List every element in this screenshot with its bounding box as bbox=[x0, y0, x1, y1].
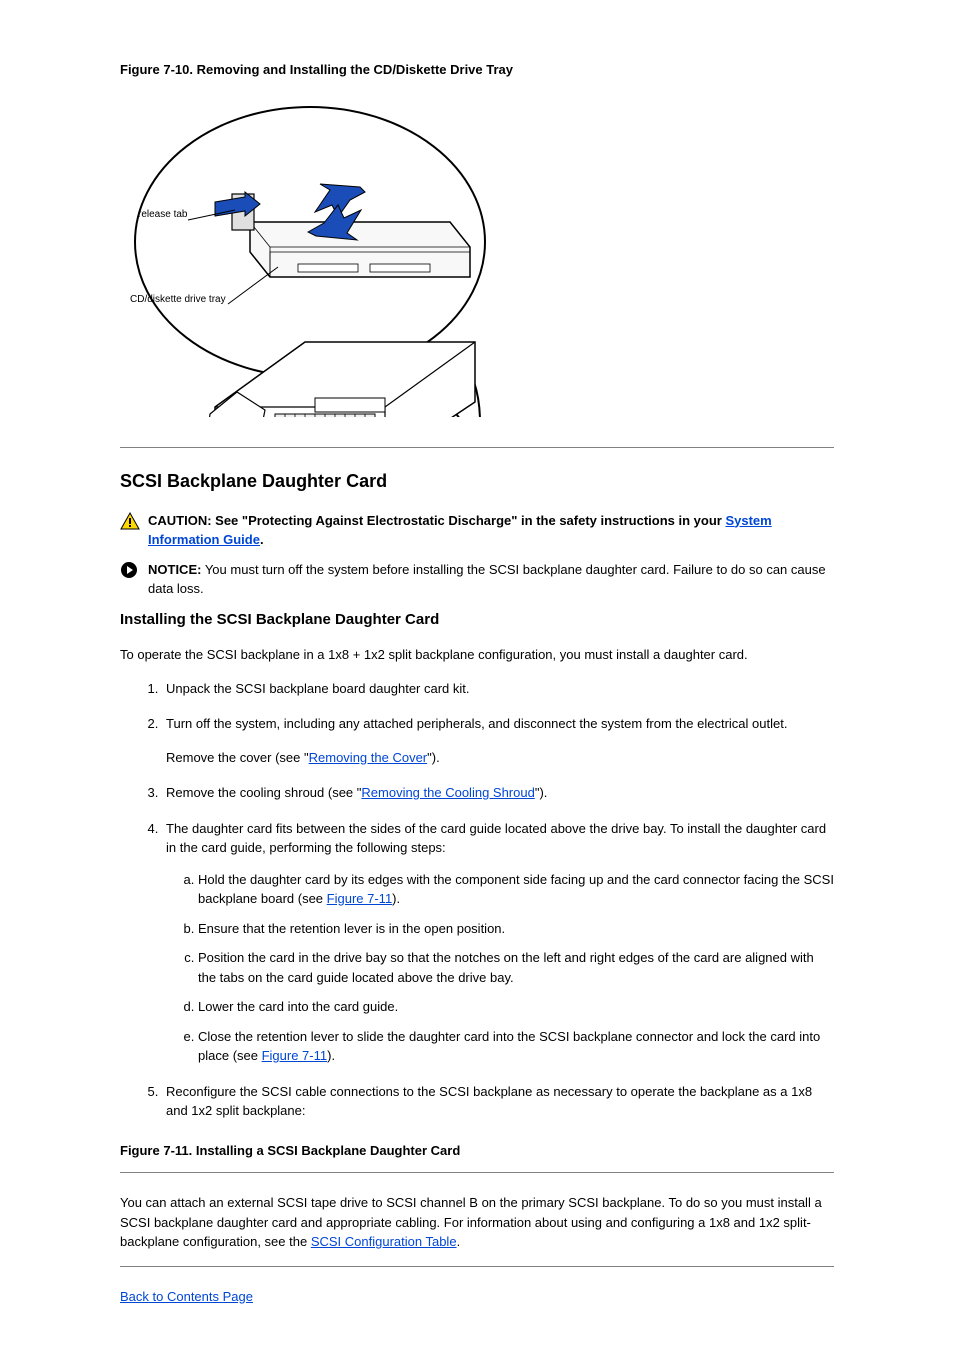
notice-text: NOTICE: You must turn off the system bef… bbox=[148, 560, 834, 599]
steps-list: Unpack the SCSI backplane board daughter… bbox=[162, 679, 834, 1121]
figure2-caption: Figure 7-11. Installing a SCSI Backplane… bbox=[120, 1141, 834, 1161]
paragraph-external-drive: You can attach an external SCSI tape dri… bbox=[120, 1193, 834, 1252]
label-release-tab: release tab bbox=[138, 209, 188, 220]
back-to-contents-link[interactable]: Back to Contents Page bbox=[120, 1287, 834, 1307]
section-divider-3 bbox=[120, 1266, 834, 1267]
section-divider-2 bbox=[120, 1172, 834, 1173]
link-scsi-config-table[interactable]: SCSI Configuration Table bbox=[311, 1234, 457, 1249]
figure-drive-tray: release tab CD/diskette drive tray bbox=[120, 92, 834, 417]
figure-caption: Figure 7-10. Removing and Installing the… bbox=[120, 60, 834, 80]
link-figure-7-11-e[interactable]: Figure 7-11 bbox=[262, 1048, 328, 1063]
step-4a: Hold the daughter card by its edges with… bbox=[198, 870, 834, 909]
intro-text: To operate the SCSI backplane in a 1x8 +… bbox=[120, 645, 834, 665]
label-tray: CD/diskette drive tray bbox=[130, 294, 226, 305]
step-2: Turn off the system, including any attac… bbox=[162, 714, 834, 767]
step-4: The daughter card fits between the sides… bbox=[162, 819, 834, 1066]
step-4d: Lower the card into the card guide. bbox=[198, 997, 834, 1017]
notice-icon bbox=[120, 561, 138, 579]
caution-text: CAUTION: See "Protecting Against Electro… bbox=[148, 511, 834, 550]
step-4b: Ensure that the retention lever is in th… bbox=[198, 919, 834, 939]
step-3: Remove the cooling shroud (see "Removing… bbox=[162, 783, 834, 803]
link-removing-cover[interactable]: Removing the Cover bbox=[309, 750, 428, 765]
link-removing-shroud[interactable]: Removing the Cooling Shroud bbox=[361, 785, 534, 800]
step-1: Unpack the SCSI backplane board daughter… bbox=[162, 679, 834, 699]
link-figure-7-11-a[interactable]: Figure 7-11 bbox=[327, 891, 393, 906]
section-divider bbox=[120, 447, 834, 448]
subsection-title-installing: Installing the SCSI Backplane Daughter C… bbox=[120, 609, 834, 632]
step-4e: Close the retention lever to slide the d… bbox=[198, 1027, 834, 1066]
section-title-scsi-backplane: SCSI Backplane Daughter Card bbox=[120, 468, 834, 495]
step-5: Reconfigure the SCSI cable connections t… bbox=[162, 1082, 834, 1121]
caution-icon bbox=[120, 512, 140, 530]
step-4c: Position the card in the drive bay so th… bbox=[198, 948, 834, 987]
